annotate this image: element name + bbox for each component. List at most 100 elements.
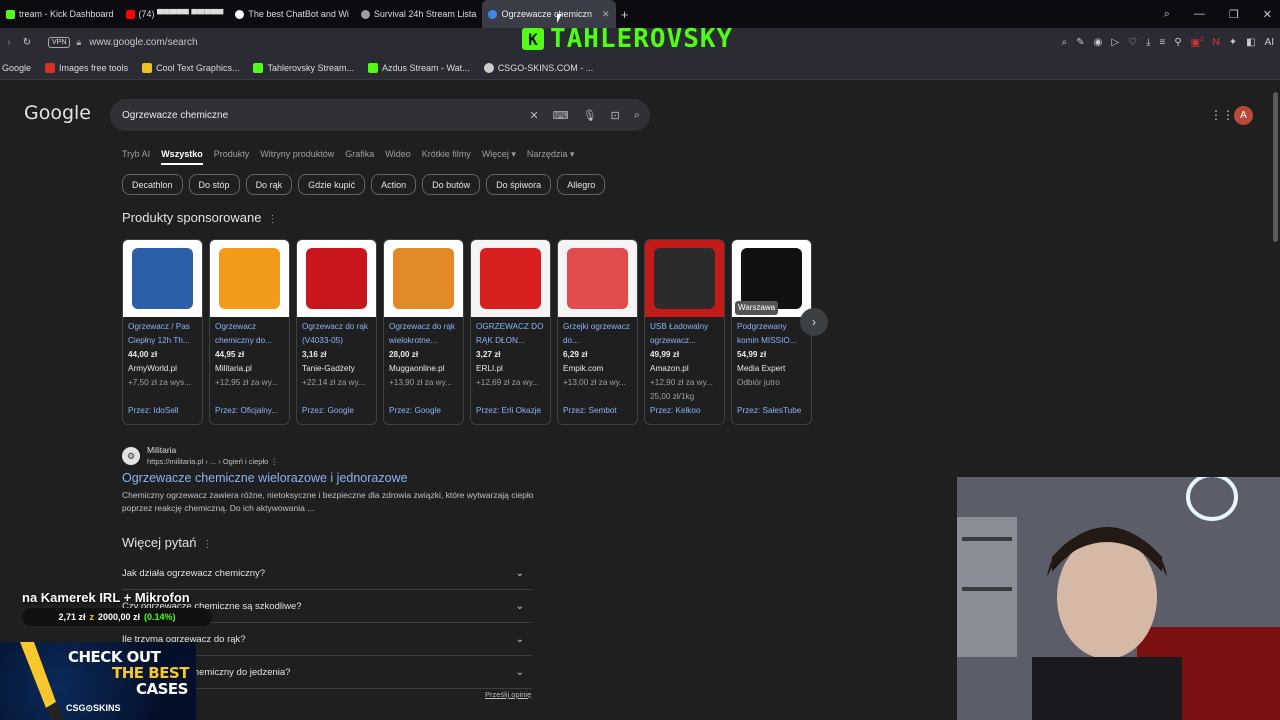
product-title[interactable]: USB Ładowalny ogrzewacz... [650, 320, 719, 348]
product-title[interactable]: Ogrzewacz chemiczny do... [215, 320, 284, 348]
bookmark-cool-text[interactable]: Cool Text Graphics... [142, 63, 239, 74]
close-window-icon[interactable]: ✕ [1263, 8, 1272, 21]
google-logo[interactable]: Google [24, 102, 91, 124]
product-seller-link[interactable]: Przez: SalesTube [737, 404, 801, 418]
chip-allegro[interactable]: Allegro [557, 174, 606, 195]
scrollbar[interactable] [1273, 92, 1278, 242]
product-image[interactable] [123, 240, 202, 317]
bookmark-images-free-tools[interactable]: Images free tools [45, 63, 128, 74]
feedback-link[interactable]: Prześlij opinię [485, 690, 531, 699]
bookmark-google[interactable]: Google [2, 63, 31, 73]
zoom-icon[interactable]: ⌕ [1062, 37, 1068, 48]
site-url[interactable]: https://militaria.pl › ... › Ogień i cie… [147, 457, 278, 466]
more-options-icon[interactable]: ⋮ [267, 214, 277, 225]
carousel-next-button[interactable]: › [800, 308, 828, 336]
reload-icon[interactable]: ↻ [18, 37, 36, 48]
minimize-icon[interactable]: — [1194, 8, 1205, 20]
chip-hands[interactable]: Do rąk [245, 174, 293, 195]
product-card[interactable]: Grzejki ogrzewacz do... 6,29 zł Empik.com +… [557, 239, 638, 425]
product-card[interactable]: Warszawa Podgrzewany komin MISSIO... 54,99… [731, 239, 812, 425]
result-title-link[interactable]: Ogrzewacze chemiczne wielorazowe i jedno… [122, 471, 408, 485]
product-card[interactable]: Ogrzewacz chemiczny do... 44,95 zł Militar… [209, 239, 290, 425]
product-title[interactable]: OGRZEWACZ DO RĄK DŁON... [476, 320, 545, 348]
menu-icon[interactable]: ≡ [1160, 37, 1166, 48]
product-card[interactable]: Ogrzewacz do rąk (V4033-05) 3,16 zł Tanie-… [296, 239, 377, 425]
tab-images[interactable]: Grafika [345, 149, 374, 165]
chip-shoes[interactable]: Do butów [422, 174, 481, 195]
camera-icon[interactable]: ◉ [1094, 37, 1103, 48]
bookmark-azdus[interactable]: Azdus Stream - Wat... [367, 63, 470, 74]
product-image[interactable] [384, 240, 463, 317]
sidebar-icon[interactable]: ◧ [1246, 37, 1255, 48]
tab-videos[interactable]: Wideo [385, 149, 411, 165]
product-image[interactable] [297, 240, 376, 317]
lens-icon[interactable]: ⊡ [611, 109, 620, 122]
more-options-icon[interactable]: ⋮ [202, 539, 212, 550]
product-image[interactable] [210, 240, 289, 317]
tab-more[interactable]: Więcej ▾ [482, 149, 516, 165]
ai-button[interactable]: AI [1265, 37, 1274, 48]
extension-badge-icon[interactable]: ▣2 [1191, 37, 1204, 48]
product-seller-link[interactable]: Przez: Google [389, 404, 441, 418]
chip-sleeping-bag[interactable]: Do śpiwora [486, 174, 552, 195]
product-image[interactable]: Warszawa [732, 240, 811, 317]
search-icon[interactable]: ⌕ [634, 109, 640, 122]
product-title[interactable]: Ogrzewacz / Pas Ciepłny 12h Th... [128, 320, 197, 348]
product-card[interactable]: Ogrzewacz / Pas Ciepłny 12h Th... 44,00 z… [122, 239, 203, 425]
product-card[interactable]: OGRZEWACZ DO RĄK DŁON... 3,27 zł ERLI.pl +1… [470, 239, 551, 425]
product-seller-link[interactable]: Przez: Oficjalny... [215, 404, 278, 418]
download-icon[interactable]: ⤓ [1146, 37, 1150, 48]
puzzle-icon[interactable]: ✦ [1229, 37, 1237, 48]
vpn-badge[interactable]: VPN [48, 37, 71, 48]
product-card[interactable]: USB Ładowalny ogrzewacz... 49,99 zł Amazon… [644, 239, 725, 425]
product-seller-link[interactable]: Przez: IdoSell [128, 404, 179, 418]
chip-decathlon[interactable]: Decathlon [122, 174, 183, 195]
bookmark-tahlerovsky[interactable]: Tahlerovsky Stream... [253, 63, 354, 74]
product-seller-link[interactable]: Przez: Kelkoo [650, 404, 701, 418]
product-title[interactable]: Ogrzewacz do rąk (V4033-05) [302, 320, 371, 348]
product-title[interactable]: Grzejki ogrzewacz do... [563, 320, 632, 348]
tab-product-sites[interactable]: Witryny produktów [260, 149, 334, 165]
new-tab-button[interactable]: + [616, 7, 634, 22]
keyboard-icon[interactable]: ⌨ [553, 109, 569, 122]
paa-question[interactable]: Jak działa ogrzewacz chemiczny? ⌄ [122, 557, 532, 590]
close-tab-icon[interactable]: ✕ [602, 9, 610, 20]
url-field[interactable]: www.google.com/search [89, 37, 197, 48]
lock-icon[interactable]: 🔒︎ [76, 37, 81, 48]
bookmark-csgo-skins[interactable]: CSGO-SKINS.COM - ... [483, 63, 593, 74]
profile-icon[interactable]: ⚲ [1174, 37, 1181, 48]
tab-all[interactable]: Wszystko [161, 149, 203, 165]
product-image[interactable] [645, 240, 724, 317]
tab-youtube[interactable]: (74) ▀▀▀▀▀ ▀▀▀▀▀ [120, 0, 230, 28]
edit-icon[interactable]: ✎ [1076, 37, 1084, 48]
product-seller-link[interactable]: Przez: Erli Okazje [476, 404, 541, 418]
tab-tools[interactable]: Narzędzia ▾ [527, 149, 575, 165]
product-image[interactable] [471, 240, 550, 317]
product-seller-link[interactable]: Przez: Sembot [563, 404, 617, 418]
search-tabs-icon[interactable]: ⌕ [1164, 8, 1170, 21]
product-title[interactable]: Ogrzewacz do rąk wielokrotne... [389, 320, 458, 348]
clear-icon[interactable]: ✕ [530, 109, 539, 122]
product-image[interactable] [558, 240, 637, 317]
tab-ai-mode[interactable]: Tryb AI [122, 149, 150, 165]
tab-chatbot[interactable]: The best ChatBot and Wi [229, 0, 355, 28]
n-extension-icon[interactable]: N [1212, 37, 1219, 48]
avatar[interactable]: A [1234, 106, 1253, 125]
product-title[interactable]: Podgrzewany komin MISSIO... [737, 320, 806, 348]
tab-survival-stream[interactable]: Survival 24h Stream Lista [355, 0, 483, 28]
play-icon[interactable]: ▷ [1111, 37, 1119, 48]
tab-short-videos[interactable]: Krótkie filmy [422, 149, 471, 165]
chip-action[interactable]: Action [371, 174, 417, 195]
chip-where-to-buy[interactable]: Gdzie kupić [298, 174, 366, 195]
chip-feet[interactable]: Do stóp [188, 174, 240, 195]
restore-icon[interactable]: ❐ [1229, 8, 1239, 21]
more-options-icon[interactable]: ⋮ [270, 457, 278, 466]
forward-icon[interactable]: › [0, 37, 18, 48]
microphone-icon[interactable]: 🎙︎ [583, 109, 597, 122]
tab-products[interactable]: Produkty [214, 149, 250, 165]
product-seller-link[interactable]: Przez: Google [302, 404, 354, 418]
tab-kick-dashboard[interactable]: tream - Kick Dashboard [0, 0, 120, 28]
heart-icon[interactable]: ♡ [1128, 37, 1137, 48]
product-card[interactable]: Ogrzewacz do rąk wielokrotne... 28,00 zł M… [383, 239, 464, 425]
search-input[interactable]: Ogrzewacze chemiczne ✕ ⌨ 🎙︎ ⊡ ⌕ [110, 99, 650, 131]
